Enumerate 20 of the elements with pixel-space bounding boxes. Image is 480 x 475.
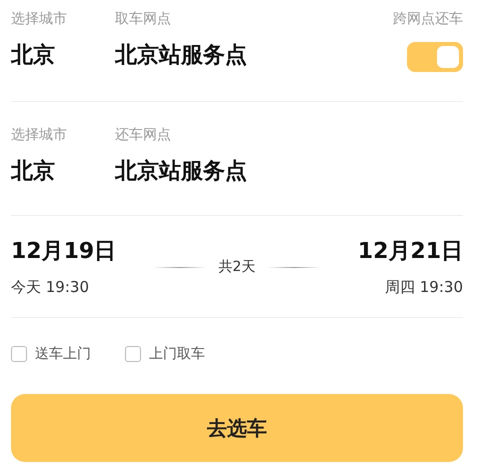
duration-text: 共2天 — [218, 258, 256, 276]
pickup-point-value[interactable]: 北京站服务点 — [115, 40, 393, 70]
city-value[interactable]: 北京 — [11, 40, 115, 70]
end-time: 周四 19:30 — [385, 278, 463, 297]
pickup-point-label: 取车网点 — [115, 10, 172, 28]
start-date[interactable]: 12月19日 — [11, 236, 116, 266]
start-time: 今天 19:30 — [11, 278, 90, 297]
return-point-value[interactable]: 北京站服务点 — [115, 156, 463, 186]
toggle-label: 跨网点还车 — [393, 10, 463, 28]
city-label: 选择城市 — [11, 10, 68, 28]
checkbox[interactable] — [11, 346, 27, 362]
choose-car-button[interactable]: 去选车 — [11, 394, 463, 462]
city-value[interactable]: 北京 — [11, 156, 115, 186]
option-label[interactable]: 送车上门 — [35, 345, 91, 363]
cross-return-toggle[interactable] — [407, 42, 463, 72]
option-label[interactable]: 上门取车 — [149, 345, 205, 363]
return-point-label: 还车网点 — [115, 126, 172, 144]
end-date[interactable]: 12月21日 — [358, 236, 463, 266]
city-label: 选择城市 — [11, 126, 68, 144]
checkbox[interactable] — [125, 346, 141, 362]
